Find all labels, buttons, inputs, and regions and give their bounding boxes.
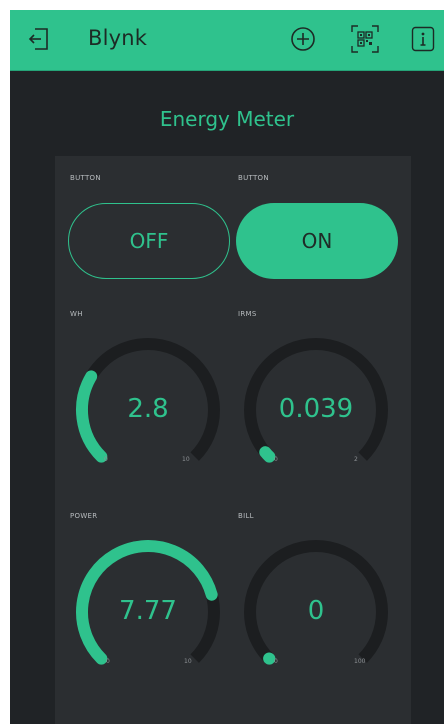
gauge-label-wh: WH — [70, 310, 83, 318]
logout-icon[interactable] — [28, 25, 50, 57]
gauge-label-bill: BILL — [238, 512, 254, 520]
button-widget-label: BUTTON — [70, 174, 101, 182]
top-app-bar: Blynk — [10, 10, 444, 71]
irms-gauge: 0.039 0 2 — [236, 332, 396, 472]
add-icon[interactable] — [290, 26, 316, 56]
bill-min: 0 — [274, 658, 278, 665]
bill-max: 100 — [354, 658, 366, 665]
app-title: Blynk — [88, 26, 148, 50]
off-button[interactable]: OFF — [68, 203, 230, 279]
wh-max: 10 — [182, 456, 190, 463]
irms-value: 0.039 — [278, 394, 354, 424]
wh-gauge: 2.8 0 10 — [68, 332, 228, 472]
project-title: Energy Meter — [159, 107, 295, 131]
gauge-label-irms: IRMS — [238, 310, 257, 318]
bill-gauge: 0 0 100 — [236, 534, 396, 674]
bill-value: 0 — [307, 596, 325, 626]
irms-max: 2 — [354, 456, 358, 463]
info-icon[interactable] — [411, 26, 435, 56]
power-value: 7.77 — [119, 596, 177, 626]
irms-min: 0 — [274, 456, 278, 463]
power-gauge: 7.77 0 10 — [68, 534, 228, 674]
wh-min: 0 — [104, 456, 108, 463]
power-max: 10 — [184, 658, 192, 665]
phone-screen: Blynk Energy Meter BUTTON BUTTON OFF ON … — [10, 10, 444, 724]
on-button[interactable]: ON — [236, 203, 398, 279]
power-min: 0 — [106, 658, 110, 665]
button-widget-label: BUTTON — [238, 174, 269, 182]
gauge-label-power: POWER — [70, 512, 98, 520]
irms-gauge-fill — [259, 446, 276, 463]
wh-value: 2.8 — [127, 394, 169, 424]
qr-code-icon[interactable] — [350, 24, 380, 58]
